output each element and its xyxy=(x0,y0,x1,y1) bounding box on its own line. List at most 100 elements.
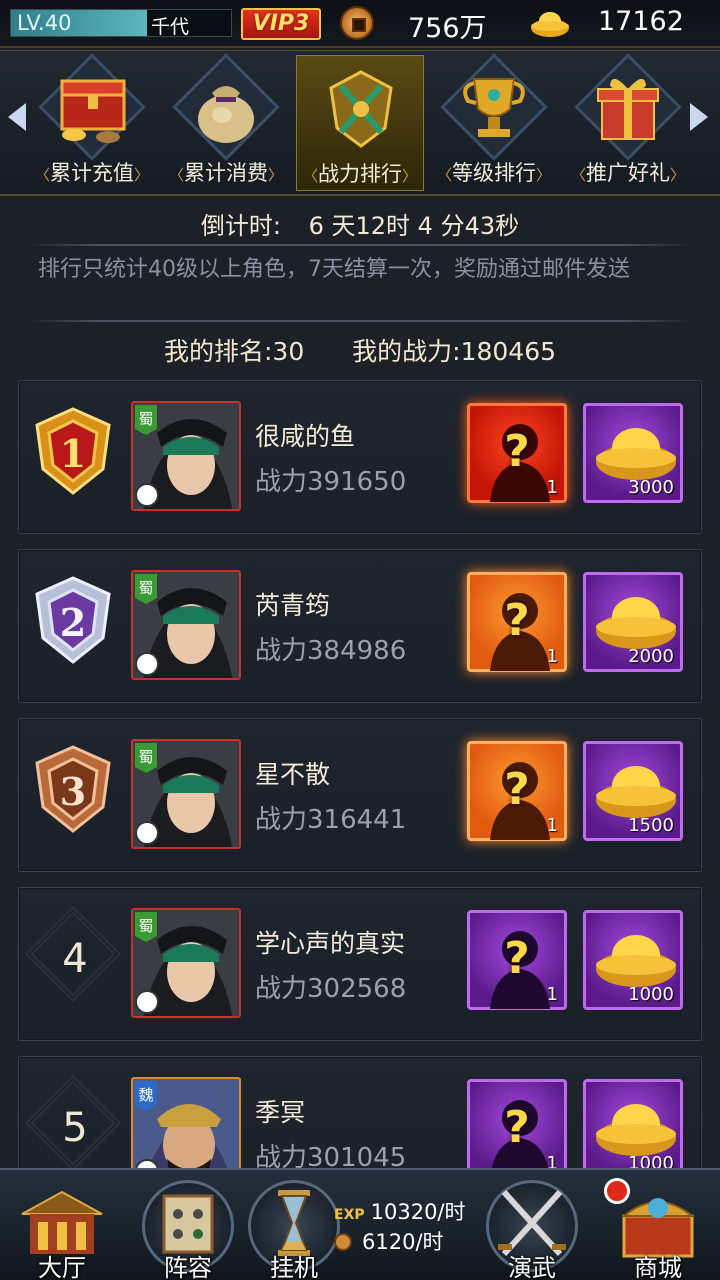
exp-rate: EXP 10320/时 xyxy=(334,1196,466,1226)
my-rank-value: 30 xyxy=(272,337,305,366)
gold-ingot-icon xyxy=(596,1104,676,1156)
player-avatar[interactable]: 蜀 xyxy=(131,401,241,511)
tab-cumulative-spending[interactable]: 累计消费 xyxy=(162,53,290,191)
gold-balance: 17162 xyxy=(598,6,684,37)
reward-count: 1000 xyxy=(628,1153,674,1168)
copper-coin-icon xyxy=(340,6,374,40)
player-power: 战力316441 xyxy=(255,805,407,835)
reward-mystery-hero[interactable]: ? 1 xyxy=(467,403,567,503)
gold-ingot-icon xyxy=(596,935,676,987)
coin-rate-value: 6120/时 xyxy=(362,1230,444,1254)
badge-number: 1 xyxy=(60,431,86,476)
money-bag-icon xyxy=(198,86,254,143)
reward-count: 1 xyxy=(546,984,558,1005)
faction-shu-badge: 蜀 xyxy=(135,912,157,942)
ranking-row[interactable]: 2 蜀 芮青筠 战力384986 ? 1 2000 xyxy=(18,549,702,703)
gold-ingot-icon xyxy=(531,12,569,37)
ranking-row[interactable]: 5 魏 季冥 战力301045 ? 1 1000 xyxy=(18,1056,702,1168)
nav-duel-button[interactable]: 演武 xyxy=(478,1180,586,1280)
player-power: 战力302568 xyxy=(255,974,407,1004)
question-mark-icon: ? xyxy=(504,1102,530,1153)
gold-ingot-icon xyxy=(596,766,676,818)
tab-label: 战力排行 xyxy=(297,158,423,188)
treasure-chest-icon xyxy=(60,79,126,143)
rank-number: 5 xyxy=(62,1105,88,1151)
vip-badge[interactable]: VIP3 xyxy=(241,8,321,40)
ranking-row[interactable]: 4 蜀 学心声的真实 战力302568 ? 1 1000 xyxy=(18,887,702,1041)
divider xyxy=(30,244,690,246)
nav-hall-button[interactable]: 大厅 xyxy=(8,1180,116,1280)
my-power-value: 180465 xyxy=(460,337,557,366)
tab-label: 等级排行 xyxy=(430,157,558,187)
player-name: 很咸的鱼 xyxy=(255,422,356,451)
copper-coin-icon xyxy=(334,1233,352,1251)
rank-3-bronze-badge-icon: 3 xyxy=(35,745,111,833)
tab-label: 累计消费 xyxy=(162,157,290,187)
gold-ingot-icon xyxy=(596,428,676,480)
tab-label: 推广好礼 xyxy=(564,157,692,187)
countdown: 倒计时: 6 天12时 4 分43秒 xyxy=(0,206,720,241)
reward-count: 1 xyxy=(546,1153,558,1168)
player-power: 战力384986 xyxy=(255,636,407,666)
tab-power-ranking[interactable]: 战力排行 xyxy=(296,55,424,191)
status-bar: LV.40 千代 VIP3 756万 17162 xyxy=(0,0,720,48)
reward-gold-ingot[interactable]: 1500 xyxy=(583,741,683,841)
tab-cumulative-recharge[interactable]: 累计充值 xyxy=(28,53,156,191)
tab-scroll-left-icon[interactable] xyxy=(8,103,26,131)
gold-trophy-icon xyxy=(463,78,525,137)
tab-scroll-right-icon[interactable] xyxy=(690,103,708,131)
player-avatar[interactable]: 蜀 xyxy=(131,570,241,680)
notification-dot-icon xyxy=(604,1178,630,1204)
player-avatar[interactable]: 蜀 xyxy=(131,739,241,849)
reward-count: 3000 xyxy=(628,477,674,498)
ranking-list[interactable]: 1 蜀 很咸的鱼 战力391650 ? 1 3000 2 蜀 芮青筠 战力384… xyxy=(0,378,720,1168)
question-mark-icon: ? xyxy=(504,595,530,646)
reward-gold-ingot[interactable]: 3000 xyxy=(583,403,683,503)
countdown-value: 6 天12时 4 分43秒 xyxy=(308,212,520,240)
player-name: 芮青筠 xyxy=(255,591,331,620)
exp-tag: EXP xyxy=(334,1207,365,1223)
ranking-notice: 排行只统计40级以上角色，7天结算一次，奖励通过邮件发送 xyxy=(38,257,630,282)
player-name: 学心声的真实 xyxy=(255,929,406,958)
tab-referral-gift[interactable]: 推广好礼 xyxy=(564,53,692,191)
reward-count: 1 xyxy=(546,646,558,667)
player-avatar[interactable]: 蜀 xyxy=(131,908,241,1018)
reward-gold-ingot[interactable]: 1000 xyxy=(583,910,683,1010)
tab-level-ranking[interactable]: 等级排行 xyxy=(430,53,558,191)
faction-wei-badge: 魏 xyxy=(135,1081,157,1111)
badge-number: 2 xyxy=(60,600,86,645)
player-name: 星不散 xyxy=(255,760,331,789)
crossed-swords-emblem-icon xyxy=(329,70,393,148)
coin-rate: 6120/时 xyxy=(334,1226,444,1256)
coin-balance: 756万 xyxy=(408,13,487,44)
ranking-row[interactable]: 1 蜀 很咸的鱼 战力391650 ? 1 3000 xyxy=(18,380,702,534)
reward-count: 1 xyxy=(546,815,558,836)
player-name: 千代 xyxy=(151,16,190,38)
nav-idle-button[interactable]: 挂机 xyxy=(240,1180,348,1280)
player-name: 季冥 xyxy=(255,1098,306,1127)
nav-label: 阵容 xyxy=(164,1254,212,1280)
reward-count: 1500 xyxy=(628,815,674,836)
question-mark-icon: ? xyxy=(504,764,530,815)
horse-icon xyxy=(135,990,159,1014)
reward-gold-ingot[interactable]: 2000 xyxy=(583,572,683,672)
reward-mystery-hero[interactable]: ? 1 xyxy=(467,741,567,841)
question-mark-icon: ? xyxy=(504,933,530,984)
nav-lineup-button[interactable]: 阵容 xyxy=(134,1180,242,1280)
divider xyxy=(30,320,690,322)
countdown-label: 倒计时: xyxy=(200,212,281,240)
nav-label: 挂机 xyxy=(270,1254,318,1280)
reward-gold-ingot[interactable]: 1000 xyxy=(583,1079,683,1168)
level-bar: LV.40 千代 xyxy=(10,9,232,38)
reward-count: 1 xyxy=(546,477,558,498)
nav-label: 演武 xyxy=(508,1254,556,1280)
reward-mystery-hero[interactable]: ? 1 xyxy=(467,910,567,1010)
badge-number: 3 xyxy=(60,769,86,814)
faction-shu-badge: 蜀 xyxy=(135,405,157,435)
player-avatar[interactable]: 魏 xyxy=(131,1077,241,1168)
reward-mystery-hero[interactable]: ? 1 xyxy=(467,1079,567,1168)
reward-mystery-hero[interactable]: ? 1 xyxy=(467,572,567,672)
ranking-row[interactable]: 3 蜀 星不散 战力316441 ? 1 1500 xyxy=(18,718,702,872)
rank-1-gold-badge-icon: 1 xyxy=(35,407,111,495)
faction-shu-badge: 蜀 xyxy=(135,743,157,773)
